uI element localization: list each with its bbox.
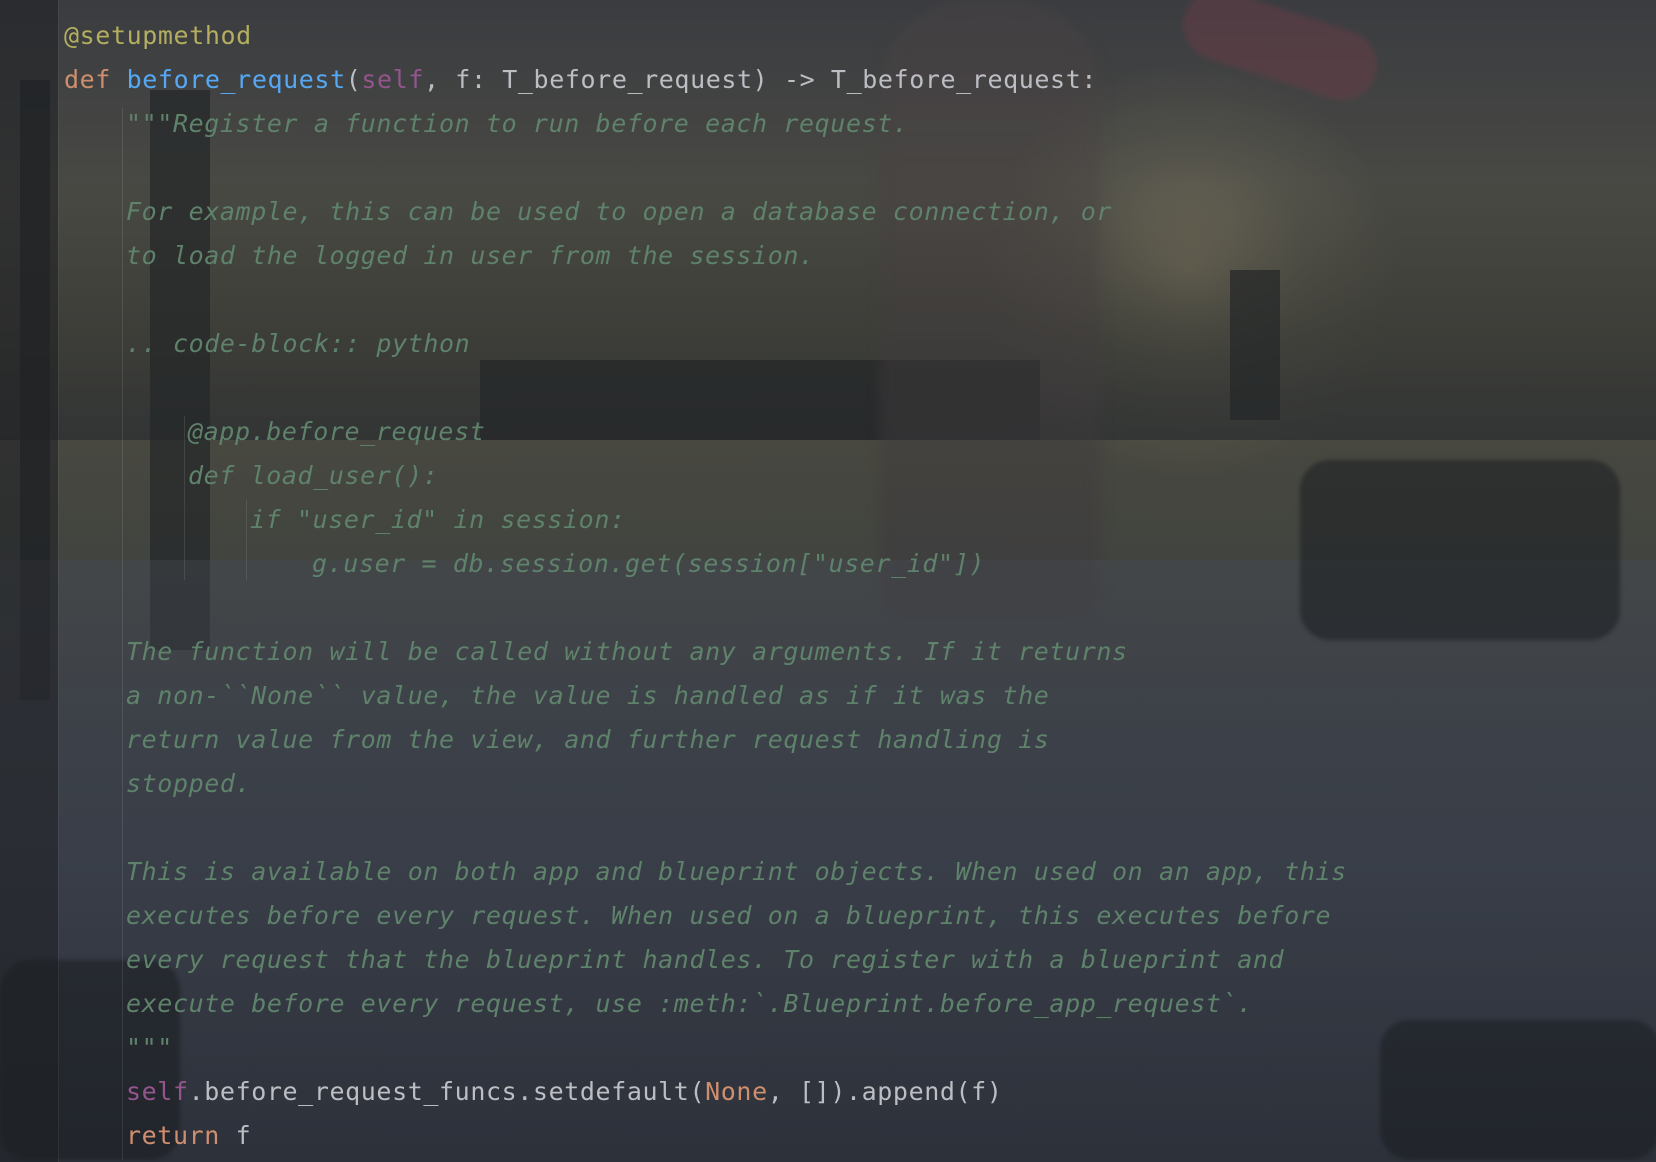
code-line[interactable]: return value from the view, and further … (64, 718, 1644, 762)
code-token: """Register a function to run before eac… (126, 109, 909, 138)
code-line[interactable]: if "user_id" in session: (64, 498, 1644, 542)
code-line[interactable]: @setupmethod (64, 14, 1644, 58)
code-token: stopped. (126, 769, 252, 798)
code-token: def load_user(): (188, 461, 439, 490)
code-line[interactable]: """Register a function to run before eac… (64, 102, 1644, 146)
code-line[interactable] (64, 278, 1644, 322)
code-token: if "user_id" in session: (250, 505, 626, 534)
code-line[interactable]: executes before every request. When used… (64, 894, 1644, 938)
code-token: return (126, 1121, 220, 1150)
code-line[interactable]: g.user = db.session.get(session["user_id… (64, 542, 1644, 586)
code-line[interactable]: def before_request(self, f: T_before_req… (64, 58, 1644, 102)
code-token: executes before every request. When used… (126, 901, 1332, 930)
code-line[interactable]: def load_user(): (64, 454, 1644, 498)
code-token: The function will be called without any … (126, 637, 1128, 666)
code-line[interactable]: @app.before_request (64, 410, 1644, 454)
code-token: before_request (126, 65, 346, 94)
code-line[interactable]: """ (64, 1026, 1644, 1070)
code-token: f (219, 1121, 252, 1150)
code-line[interactable] (64, 366, 1644, 410)
code-token: self (361, 65, 424, 94)
code-token: None (705, 1077, 768, 1106)
code-line[interactable]: self.before_request_funcs.setdefault(Non… (64, 1070, 1644, 1114)
code-line[interactable]: every request that the blueprint handles… (64, 938, 1644, 982)
code-line[interactable]: .. code-block:: python (64, 322, 1644, 366)
code-token: return value from the view, and further … (126, 725, 1050, 754)
code-token: to load the logged in user from the sess… (126, 241, 815, 270)
code-token: execute before every request, use :meth:… (126, 989, 1253, 1018)
code-token: @app.before_request (188, 417, 486, 446)
code-token: , []).append(f) (767, 1077, 1003, 1106)
code-line[interactable]: stopped. (64, 762, 1644, 806)
code-line[interactable]: This is available on both app and bluepr… (64, 850, 1644, 894)
code-token: @setupmethod (64, 21, 252, 50)
code-token: This is available on both app and bluepr… (126, 857, 1347, 886)
code-token: ( (345, 65, 362, 94)
code-line[interactable]: execute before every request, use :meth:… (64, 982, 1644, 1026)
gutter-divider (58, 0, 59, 1162)
code-token: every request that the blueprint handles… (126, 945, 1285, 974)
code-token: """ (126, 1033, 173, 1062)
code-line[interactable] (64, 806, 1644, 850)
code-token: .. code-block:: python (126, 329, 471, 358)
code-token: For example, this can be used to open a … (126, 197, 1113, 226)
code-line[interactable] (64, 586, 1644, 630)
code-line[interactable]: The function will be called without any … (64, 630, 1644, 674)
code-token: a non-``None`` value, the value is handl… (126, 681, 1050, 710)
code-token: self (126, 1077, 189, 1106)
code-token: g.user = db.session.get(session["user_id… (312, 549, 986, 578)
code-editor[interactable]: @setupmethod def before_request(self, f: … (64, 14, 1644, 1158)
code-line[interactable]: a non-``None`` value, the value is handl… (64, 674, 1644, 718)
code-line[interactable]: to load the logged in user from the sess… (64, 234, 1644, 278)
code-line[interactable] (64, 146, 1644, 190)
code-token: def (64, 65, 127, 94)
code-token: .before_request_funcs.setdefault( (188, 1077, 706, 1106)
code-line[interactable]: For example, this can be used to open a … (64, 190, 1644, 234)
editor-gutter[interactable] (0, 0, 58, 1162)
code-token: , f: T_before_request) -> T_before_reque… (424, 65, 1098, 94)
code-line[interactable]: return f (64, 1114, 1644, 1158)
